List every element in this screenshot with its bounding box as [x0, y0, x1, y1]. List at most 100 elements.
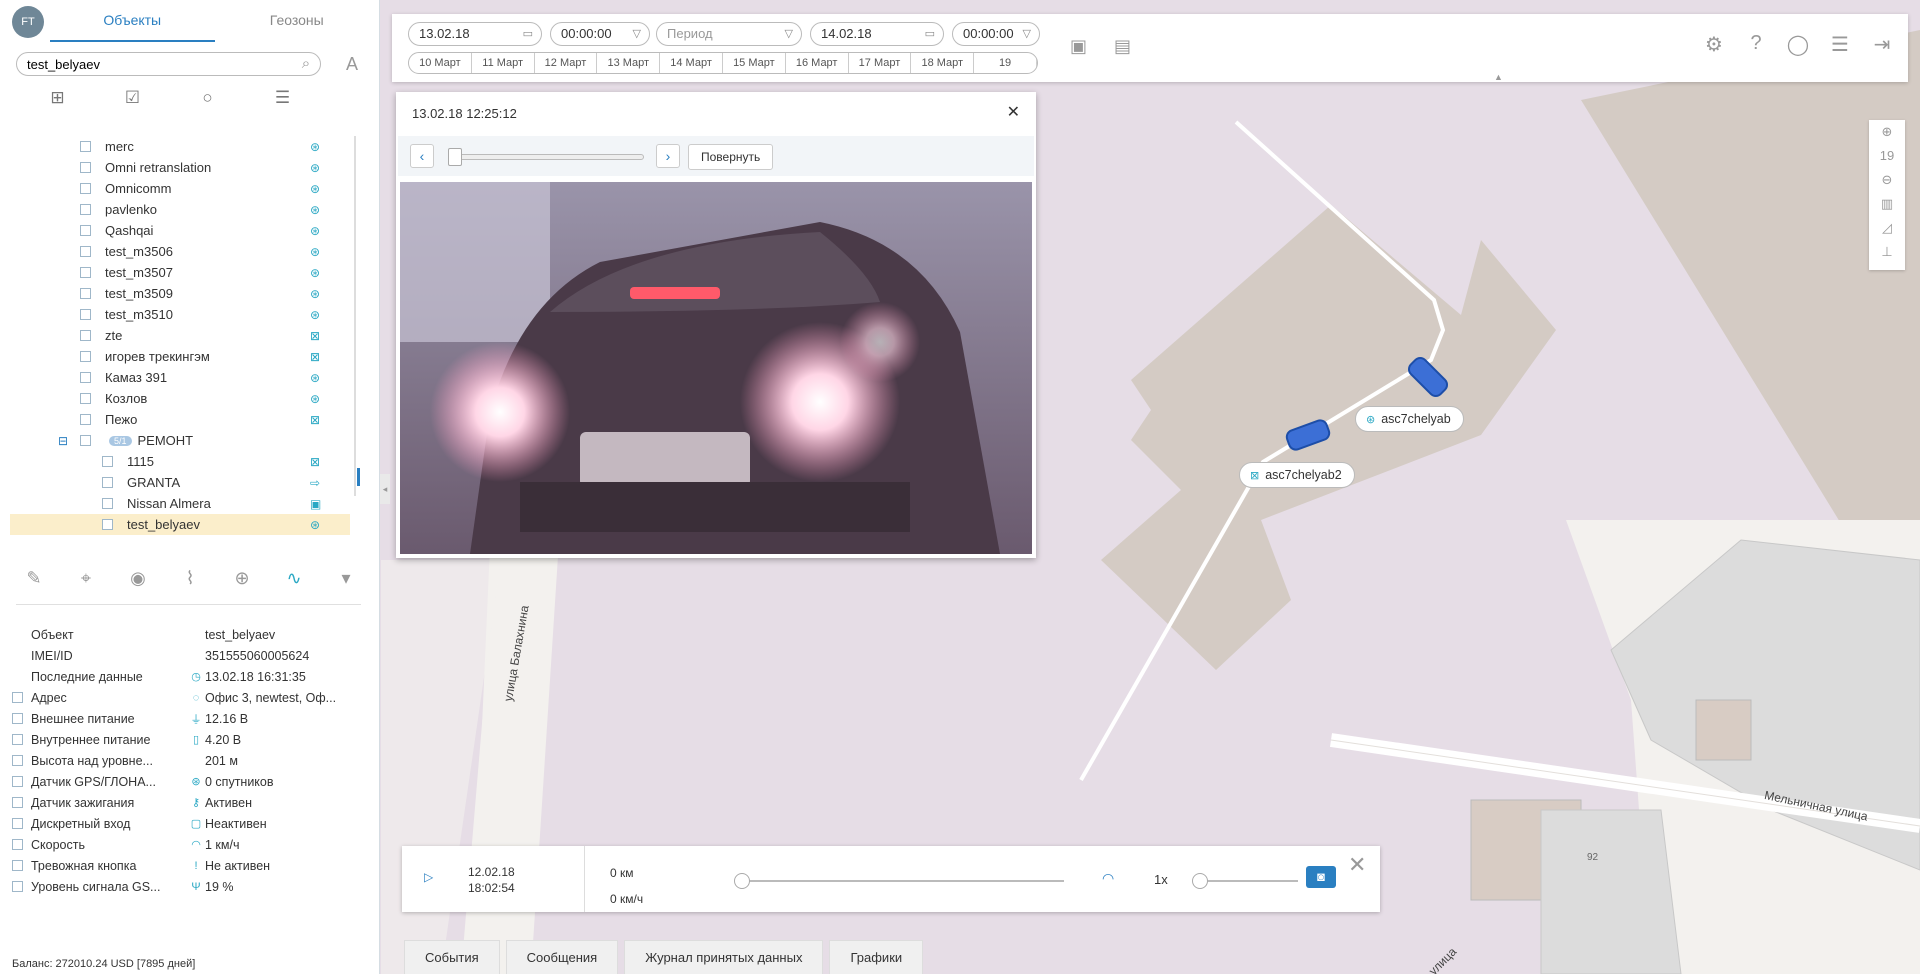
- tab-messages[interactable]: Сообщения: [505, 940, 619, 974]
- layout-single-icon[interactable]: ▣: [1070, 36, 1087, 57]
- collapse-group-icon[interactable]: ⊟: [58, 434, 68, 448]
- timeline-day[interactable]: 14 Март: [660, 53, 723, 73]
- speedometer-icon[interactable]: ◠: [1102, 870, 1114, 887]
- row-checkbox[interactable]: [102, 498, 113, 509]
- tree-row[interactable]: pavlenko ⊛: [10, 199, 350, 220]
- property-checkbox[interactable]: [12, 881, 23, 892]
- upload-icon[interactable]: ⊕: [228, 568, 256, 589]
- expand-all-icon[interactable]: ⊞: [43, 88, 73, 108]
- chevron-down-icon[interactable]: ▾: [332, 568, 360, 589]
- speed-handle[interactable]: [1192, 873, 1208, 889]
- photo-slider-handle[interactable]: [448, 148, 462, 166]
- timeline-day[interactable]: 17 Март: [849, 53, 912, 73]
- camera-icon[interactable]: ◙: [1306, 866, 1336, 888]
- tree-row-selected[interactable]: test_belyaev ⊛: [10, 514, 350, 535]
- speed-track[interactable]: [1202, 880, 1298, 882]
- timeline-day[interactable]: 18 Март: [911, 53, 975, 73]
- zoom-out-icon[interactable]: ⊖: [1869, 168, 1905, 192]
- playback-handle[interactable]: [734, 873, 750, 889]
- row-checkbox[interactable]: [102, 519, 113, 530]
- row-checkbox[interactable]: [102, 456, 113, 467]
- object-label[interactable]: ⊠ asc7chelyab2: [1239, 462, 1355, 488]
- tab-events[interactable]: События: [404, 940, 500, 974]
- tree-row[interactable]: merc ⊛: [10, 136, 350, 157]
- row-checkbox[interactable]: [102, 477, 113, 488]
- timeline-day[interactable]: 12 Март: [535, 53, 598, 73]
- play-icon[interactable]: ▷: [424, 870, 433, 884]
- tree-row[interactable]: test_m3509 ⊛: [10, 283, 350, 304]
- property-checkbox[interactable]: [12, 839, 23, 850]
- tree-row[interactable]: Nissan Almera ▣: [10, 493, 350, 514]
- collapse-sidebar-button[interactable]: ◂: [380, 474, 390, 504]
- property-checkbox[interactable]: [12, 734, 23, 745]
- circle-icon[interactable]: ○: [193, 88, 223, 108]
- row-checkbox[interactable]: [80, 372, 91, 383]
- property-checkbox[interactable]: [12, 755, 23, 766]
- track-icon[interactable]: ∿: [280, 568, 308, 589]
- property-checkbox[interactable]: [12, 692, 23, 703]
- close-icon[interactable]: ✕: [1348, 852, 1366, 878]
- tab-geozones[interactable]: Геозоны: [215, 0, 380, 42]
- period-select[interactable]: Период ▽: [656, 22, 802, 46]
- prev-photo-button[interactable]: ‹: [410, 144, 434, 168]
- property-checkbox[interactable]: [12, 818, 23, 829]
- tree-row[interactable]: Omnicomm ⊛: [10, 178, 350, 199]
- timeline-day[interactable]: 10 Март: [409, 53, 472, 73]
- tree-scrollbar-thumb[interactable]: [357, 468, 360, 486]
- property-checkbox[interactable]: [12, 776, 23, 787]
- playback-track[interactable]: [742, 880, 1064, 882]
- row-checkbox[interactable]: [80, 141, 91, 152]
- next-photo-button[interactable]: ›: [656, 144, 680, 168]
- list-icon[interactable]: ☰: [1828, 32, 1852, 57]
- search-icon[interactable]: ⌕: [296, 54, 316, 74]
- gear-icon[interactable]: ⚙: [1702, 32, 1726, 57]
- timeline-day[interactable]: 16 Март: [786, 53, 849, 73]
- tree-row[interactable]: Пежо ⊠: [10, 409, 350, 430]
- location-icon[interactable]: ⌖: [72, 568, 100, 589]
- timeline-day[interactable]: 13 Март: [597, 53, 661, 73]
- date-to-input[interactable]: 14.02.18 ▭: [810, 22, 944, 46]
- tab-charts[interactable]: Графики: [829, 940, 924, 974]
- logo[interactable]: FT: [12, 6, 44, 38]
- row-checkbox[interactable]: [80, 183, 91, 194]
- row-checkbox[interactable]: [80, 267, 91, 278]
- tree-scrollbar[interactable]: [354, 136, 356, 496]
- timeline-day[interactable]: 11 Март: [472, 53, 535, 73]
- row-checkbox[interactable]: [80, 162, 91, 173]
- date-from-input[interactable]: 13.02.18 ▭: [408, 22, 542, 46]
- row-checkbox[interactable]: [80, 246, 91, 257]
- collapse-toolbar-icon[interactable]: ▲: [1494, 72, 1506, 82]
- tree-row[interactable]: игорев трекингэм ⊠: [10, 346, 350, 367]
- timeline[interactable]: 10 Март 11 Март 12 Март 13 Март 14 Март …: [408, 52, 1038, 74]
- tree-row[interactable]: Qashqai ⊛: [10, 220, 350, 241]
- time-from-input[interactable]: 00:00:00 ▽: [550, 22, 650, 46]
- pin-icon[interactable]: ⊥: [1869, 240, 1905, 264]
- list-icon[interactable]: ☰: [268, 88, 298, 108]
- time-to-input[interactable]: 00:00:00 ▽: [952, 22, 1040, 46]
- tree-row[interactable]: Omni retranslation ⊛: [10, 157, 350, 178]
- rotate-button[interactable]: Повернуть: [688, 144, 774, 170]
- font-size-toggle[interactable]: A: [346, 54, 358, 75]
- photo-slider-track[interactable]: [448, 154, 644, 160]
- row-checkbox[interactable]: [80, 330, 91, 341]
- search-input[interactable]: [16, 52, 321, 76]
- chart-icon[interactable]: ⌇: [176, 568, 204, 589]
- tree-row[interactable]: test_m3510 ⊛: [10, 304, 350, 325]
- property-checkbox[interactable]: [12, 797, 23, 808]
- timeline-day[interactable]: 19: [974, 53, 1037, 73]
- timeline-day[interactable]: 15 Март: [723, 53, 786, 73]
- tree-row[interactable]: GRANTA ⇨: [10, 472, 350, 493]
- eye-icon[interactable]: ◉: [124, 568, 152, 589]
- object-label[interactable]: ⊛ asc7chelyab: [1355, 406, 1464, 432]
- row-checkbox[interactable]: [80, 414, 91, 425]
- tree-group-row[interactable]: ⊟ 5/1 РЕМОНТ: [10, 430, 350, 451]
- map-layers-icon[interactable]: ▥: [1869, 192, 1905, 216]
- property-checkbox[interactable]: [12, 713, 23, 724]
- chat-icon[interactable]: ◯: [1786, 32, 1810, 57]
- tree-row[interactable]: Козлов ⊛: [10, 388, 350, 409]
- help-icon[interactable]: ?: [1744, 32, 1768, 57]
- row-checkbox[interactable]: [80, 309, 91, 320]
- row-checkbox[interactable]: [80, 225, 91, 236]
- logout-icon[interactable]: ⇥: [1870, 32, 1894, 57]
- tab-data-log[interactable]: Журнал принятых данных: [624, 940, 824, 974]
